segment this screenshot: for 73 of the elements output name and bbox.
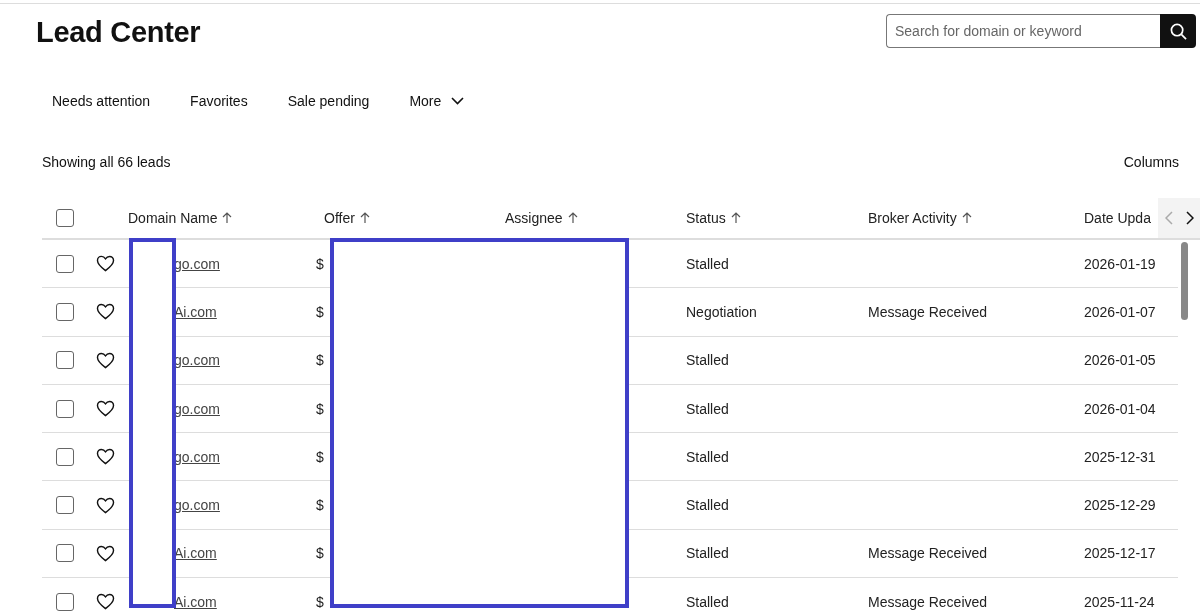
lead-count: Showing all 66 leads [42, 154, 171, 170]
filter-tab[interactable]: Needs attention [36, 87, 167, 117]
status-cell-text: Negotiation [686, 303, 758, 320]
filter-tab[interactable]: More [393, 87, 481, 117]
row-checkbox[interactable] [56, 447, 74, 466]
sort-arrow-icon[interactable] [729, 212, 742, 224]
date-cell-text: 2026-01-04 [1084, 400, 1157, 417]
row-checkbox[interactable] [56, 351, 74, 370]
search-field[interactable]: Search for domain or keyword [886, 14, 1160, 48]
sort-arrow-icon[interactable] [566, 212, 579, 224]
status-cell-text: Stalled [686, 593, 730, 610]
chevron-down-icon [451, 97, 465, 105]
sort-arrow-icon[interactable] [221, 212, 234, 224]
page-title: Lead Center [36, 16, 201, 49]
heart-icon[interactable] [96, 255, 115, 273]
select-all-checkbox[interactable] [56, 209, 74, 227]
sort-arrow-icon[interactable] [358, 212, 371, 224]
status-cell-text: Stalled [686, 352, 730, 369]
status-cell-text: Stalled [686, 497, 730, 514]
domain-link[interactable]: Ai.com [174, 545, 217, 562]
filter-tab[interactable]: Favorites [174, 87, 264, 117]
offer-cell-text: $ [316, 352, 325, 369]
row-checkbox[interactable] [56, 254, 74, 273]
date-cell-text: 2025-12-31 [1084, 448, 1157, 465]
offer-cell-text: $ [316, 400, 325, 417]
scrollbar-thumb[interactable] [1181, 242, 1188, 320]
column-header[interactable]: Assignee [505, 210, 579, 226]
sort-arrow-icon[interactable] [960, 212, 973, 224]
row-checkbox[interactable] [56, 496, 74, 515]
offer-cell-text: $ [316, 593, 325, 610]
column-header[interactable]: Broker Activity [868, 210, 973, 226]
heart-icon[interactable] [96, 593, 115, 611]
row-checkbox[interactable] [56, 592, 74, 611]
offer-cell-text: $ [316, 255, 325, 272]
chevron-right-icon [1185, 211, 1194, 225]
date-cell-text: 2026-01-07 [1084, 303, 1157, 320]
column-header[interactable]: Offer [324, 210, 371, 226]
heart-icon[interactable] [96, 351, 115, 369]
date-cell-text: 2025-12-29 [1084, 497, 1157, 514]
heart-icon[interactable] [96, 400, 115, 418]
filter-tab[interactable]: Sale pending [271, 87, 386, 117]
column-header[interactable]: Domain Name [128, 210, 234, 226]
row-checkbox[interactable] [56, 399, 74, 418]
status-cell-text: Stalled [686, 545, 730, 562]
heart-icon[interactable] [96, 496, 115, 514]
heart-icon[interactable] [96, 448, 115, 466]
broker-activity-cell-text: Message Received [868, 303, 989, 320]
date-cell-text: 2025-11-24 [1084, 593, 1156, 610]
domain-link[interactable]: Ai.com [174, 303, 217, 320]
status-cell-text: Stalled [686, 255, 730, 272]
status-cell-text: Stalled [686, 448, 730, 465]
broker-activity-cell-text: Message Received [868, 545, 989, 562]
column-header[interactable]: Date Upda [1084, 210, 1151, 226]
heart-icon[interactable] [96, 303, 115, 321]
offer-cell-text: $ [316, 303, 325, 320]
status-cell-text: Stalled [686, 400, 730, 417]
date-cell-text: 2025-12-17 [1084, 545, 1157, 562]
scroll-right-button[interactable] [1185, 211, 1194, 225]
column-header[interactable]: Status [686, 210, 742, 226]
offer-cell-text: $ [316, 448, 325, 465]
row-checkbox[interactable] [56, 544, 74, 563]
domain-link[interactable]: Ai.com [174, 593, 217, 610]
date-cell-text: 2026-01-05 [1084, 352, 1157, 369]
heart-icon[interactable] [96, 544, 115, 562]
row-checkbox[interactable] [56, 302, 74, 321]
columns-button[interactable]: Columns [1123, 154, 1179, 170]
search-button[interactable] [1160, 14, 1196, 48]
offer-cell-text: $ [316, 497, 325, 514]
chevron-left-icon [1164, 211, 1173, 225]
date-cell-text: 2026-01-19 [1084, 255, 1157, 272]
offer-cell-text: $ [316, 545, 325, 562]
broker-activity-cell-text: Message Received [868, 593, 989, 610]
search-icon [1169, 22, 1187, 40]
